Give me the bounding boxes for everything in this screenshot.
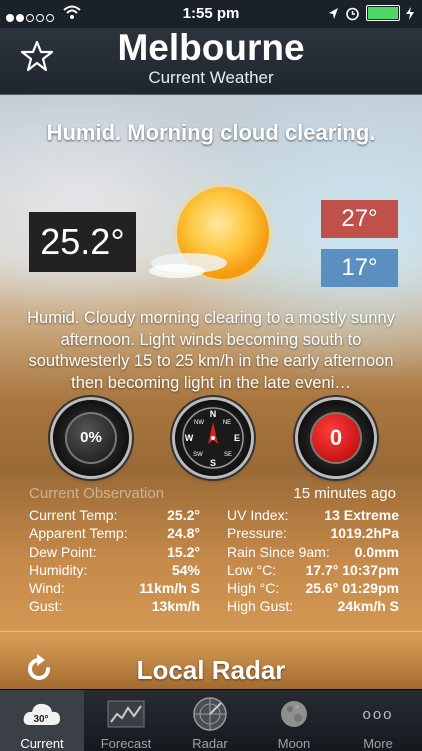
forecast-headline: Humid. Morning cloud clearing. <box>46 120 376 145</box>
humidity-gauge-value: 0% <box>80 429 102 446</box>
forecast-description: Humid. Cloudy morning clearing to a most… <box>27 309 395 392</box>
sun-cloud-icon <box>149 183 273 283</box>
alarm-icon <box>346 7 359 20</box>
tab-moon[interactable]: Moon <box>252 690 336 751</box>
tab-forecast-label: Forecast <box>100 736 152 751</box>
tab-moon-label: Moon <box>277 736 311 751</box>
tab-current-label: Current <box>20 736 64 751</box>
moon-icon <box>281 701 307 727</box>
tab-more-label: More <box>363 736 393 751</box>
compass-s: S <box>210 458 216 468</box>
tab-more[interactable]: ooo More <box>336 690 422 751</box>
cloud-icon: 30° <box>23 703 61 725</box>
obs-row-wind: Wind: 11km/h S <box>29 580 200 597</box>
obs-row-gust: Gust: 13km/h <box>29 598 200 615</box>
header-subtitle: Current Weather <box>148 68 274 87</box>
local-radar-title: Local Radar <box>136 655 286 685</box>
tab-current-badge: 30° <box>33 714 48 725</box>
observation-right-column: UV Index: 13 Extreme Pressure: 1019.2hPa R… <box>227 506 399 616</box>
tab-radar[interactable]: Radar <box>168 690 252 751</box>
compass-se: SE <box>224 452 232 458</box>
tab-more-badge: ooo <box>362 705 394 723</box>
current-temperature: 25.2° <box>29 212 136 272</box>
city-title: Melbourne <box>117 27 305 68</box>
compass-icon: N NE E SE S SW W NW <box>182 407 244 469</box>
observation-title: Current Observation <box>29 485 165 502</box>
tab-bar: 30° Current Forecast Radar Moon ooo More <box>0 689 422 751</box>
tab-current[interactable]: 30° Current <box>0 690 84 751</box>
uv-gauge[interactable]: 0 <box>298 400 374 476</box>
compass-n: N <box>210 409 217 419</box>
uv-gauge-value: 0 <box>329 425 343 450</box>
obs-row-high: High °C: 25.6° 01:29pm <box>227 580 399 597</box>
high-temperature: 27° <box>321 200 398 238</box>
status-bar: 1:55 pm <box>0 0 422 28</box>
compass-e: E <box>234 433 240 443</box>
obs-row-low: Low °C: 17.7° 10:37pm <box>227 561 399 578</box>
wind-compass[interactable]: N NE E SE S SW W NW <box>175 400 251 476</box>
tab-forecast[interactable]: Forecast <box>84 690 168 751</box>
low-temperature: 17° <box>321 249 398 287</box>
observation-age: 15 minutes ago <box>293 485 396 502</box>
radar-icon <box>193 697 227 731</box>
obs-row-rain: Rain Since 9am: 0.0mm <box>227 543 399 560</box>
compass-w: W <box>185 433 194 443</box>
more-icon: ooo <box>336 694 420 734</box>
obs-row-apparent-temp: Apparent Temp: 24.8° <box>29 525 200 542</box>
obs-row-high-gust: High Gust: 24km/h S <box>227 598 399 615</box>
compass-sw: SW <box>193 452 203 458</box>
chart-icon <box>107 700 145 728</box>
obs-row-humidity: Humidity: 54% <box>29 561 200 578</box>
humidity-gauge[interactable]: 0% <box>53 400 129 476</box>
battery-icon <box>366 5 400 21</box>
header: Melbourne Current Weather <box>0 27 422 95</box>
section-divider <box>0 631 422 632</box>
compass-nw: NW <box>194 420 204 426</box>
tab-radar-label: Radar <box>192 736 228 751</box>
compass-ne: NE <box>223 420 231 426</box>
obs-row-dew-point: Dew Point: 15.2° <box>29 543 200 560</box>
location-arrow-icon <box>329 7 338 19</box>
observation-left-column: Current Temp: 25.2° Apparent Temp: 24.8° D… <box>29 506 200 616</box>
obs-row-pressure: Pressure: 1019.2hPa <box>227 525 399 542</box>
obs-row-current-temp: Current Temp: 25.2° <box>29 507 200 523</box>
obs-row-uv-index: UV Index: 13 Extreme <box>227 507 399 523</box>
charging-icon <box>406 6 414 20</box>
